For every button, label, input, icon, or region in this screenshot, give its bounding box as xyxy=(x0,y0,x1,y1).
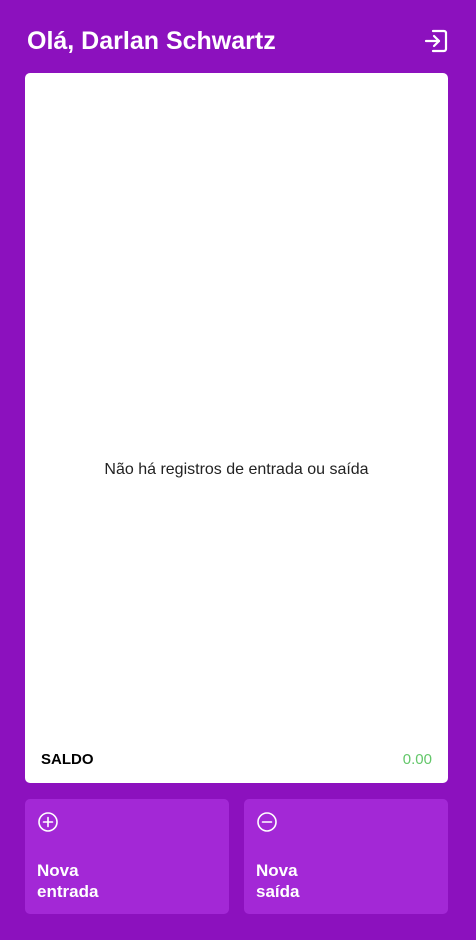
saldo-value: 0.00 xyxy=(402,751,432,768)
greeting-title: Olá, Darlan Schwartz xyxy=(27,27,276,55)
new-exit-label: Nova saída xyxy=(256,861,300,901)
minus-circle-icon xyxy=(257,812,277,832)
plus-circle-icon xyxy=(38,812,58,832)
empty-records-message: Não há registros de entrada ou saída xyxy=(25,460,448,480)
logout-button[interactable] xyxy=(423,28,449,54)
logout-icon xyxy=(424,29,448,53)
app-header: Olá, Darlan Schwartz xyxy=(27,24,449,58)
records-panel: Não há registros de entrada ou saída SAL… xyxy=(25,73,448,783)
empty-records-text: Não há registros de entrada ou saída xyxy=(104,461,369,478)
new-entry-label: Nova entrada xyxy=(37,861,99,901)
saldo-label: SALDO xyxy=(41,751,94,768)
new-exit-button[interactable]: Nova saída xyxy=(244,799,448,914)
new-entry-button[interactable]: Nova entrada xyxy=(25,799,229,914)
